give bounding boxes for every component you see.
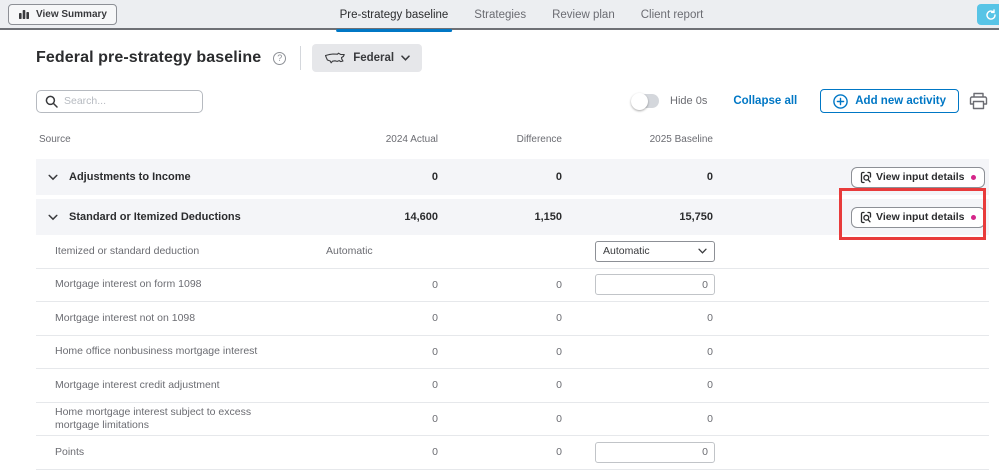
add-new-activity-button[interactable]: Add new activity: [820, 89, 959, 113]
printer-icon: [968, 91, 989, 111]
section-difference-value: 0: [555, 171, 562, 183]
search-icon: [45, 95, 58, 108]
toolbar-actions: Hide 0s Collapse all Add new activity: [631, 89, 989, 113]
row-actual-value: 0: [432, 446, 438, 459]
search-input[interactable]: [64, 95, 194, 107]
tab-pre-strategy-baseline[interactable]: Pre-strategy baseline: [335, 0, 452, 32]
view-input-details-button[interactable]: View input details: [851, 206, 985, 228]
view-input-details-label: View input details: [876, 211, 965, 223]
row-difference-value: 0: [556, 278, 562, 291]
chevron-down-icon: [401, 55, 410, 61]
baseline-select[interactable]: Automatic: [595, 240, 715, 262]
row-difference-value: 0: [556, 412, 562, 425]
view-summary-button[interactable]: View Summary: [8, 3, 117, 25]
row-baseline-value: 0: [707, 379, 713, 392]
table-row-itemized-or-standard-deduction: Itemized or standard deduction Automatic…: [36, 235, 989, 269]
row-baseline-value: 0: [707, 345, 713, 358]
jurisdiction-dropdown[interactable]: Federal: [312, 44, 423, 72]
document-magnifier-icon: [860, 171, 872, 184]
row-actual-value: 0: [432, 278, 438, 291]
baseline-select-value: Automatic: [603, 245, 650, 258]
row-baseline-value: 0: [707, 412, 713, 425]
row-actual-value: 0: [432, 379, 438, 392]
hide-zeros-toggle[interactable]: [631, 92, 660, 110]
column-header-difference: Difference: [516, 133, 562, 145]
column-header-2025-baseline: 2025 Baseline: [649, 133, 713, 145]
collapse-all-link[interactable]: Collapse all: [733, 95, 797, 107]
row-difference-value: 0: [556, 379, 562, 392]
row-label: Home office nonbusiness mortgage interes…: [55, 345, 258, 358]
row-label: Points: [55, 445, 85, 458]
divider: [300, 46, 302, 70]
collapse-chevron-icon[interactable]: [46, 212, 60, 223]
tab-client-report[interactable]: Client report: [641, 0, 704, 30]
column-header-source: Source: [39, 133, 71, 145]
refresh-icon: [985, 8, 997, 21]
section-label: Adjustments to Income: [69, 171, 191, 183]
section-difference-value: 1,150: [534, 211, 562, 223]
add-new-activity-label: Add new activity: [855, 95, 946, 107]
app-window: View Summary Pre-strategy baseline Strat…: [0, 0, 999, 471]
row-baseline-value: 0: [707, 312, 713, 325]
top-bar: View Summary Pre-strategy baseline Strat…: [0, 0, 999, 32]
table-row-mortgage-interest-on-form-1098: Mortgage interest on form 1098 0 0: [36, 269, 989, 302]
section-actual-value: 14,600: [404, 211, 438, 223]
toolbar: Hide 0s Collapse all Add new activity: [36, 89, 999, 113]
view-input-details-label: View input details: [876, 171, 965, 183]
section-actual-value: 0: [431, 171, 438, 183]
row-difference-value: 0: [556, 312, 562, 325]
bar-chart-icon: [18, 9, 30, 20]
view-summary-label: View Summary: [36, 8, 107, 20]
section-baseline-value: 0: [706, 171, 713, 183]
hide-zeros-label: Hide 0s: [670, 95, 708, 107]
section-row-standard-or-itemized-deductions: Standard or Itemized Deductions 14,600 1…: [36, 199, 989, 235]
view-input-details-button[interactable]: View input details: [851, 166, 985, 188]
row-label: Mortgage interest not on 1098: [55, 311, 196, 324]
row-label: Mortgage interest credit adjustment: [55, 378, 220, 391]
section-baseline-value: 15,750: [679, 211, 713, 223]
tab-bar: Pre-strategy baseline Strategies Review …: [335, 0, 704, 32]
document-magnifier-icon: [860, 211, 872, 224]
table-row-mortgage-interest-credit-adjustment: Mortgage interest credit adjustment 0 0 …: [36, 369, 989, 403]
table-row-home-mortgage-interest-excess-limitations: Home mortgage interest subject to excess…: [36, 403, 989, 436]
collapse-chevron-icon[interactable]: [46, 172, 60, 183]
page-header: Federal pre-strategy baseline ? Federal: [36, 43, 999, 73]
table-row-home-office-nonbusiness-mortgage-interest: Home office nonbusiness mortgage interes…: [36, 336, 989, 369]
row-actual-value: 0: [432, 345, 438, 358]
page-title: Federal pre-strategy baseline: [36, 49, 262, 66]
row-difference-value: 0: [556, 446, 562, 459]
usa-map-icon: [324, 51, 346, 65]
toggle-knob: [631, 92, 649, 110]
column-header-2024-actual: 2024 Actual: [385, 133, 438, 145]
table-row-points: Points 0 0: [36, 436, 989, 470]
row-actual-value: 0: [432, 412, 438, 425]
print-button[interactable]: [968, 91, 989, 111]
search-box[interactable]: [36, 89, 203, 113]
row-difference-value: 0: [556, 345, 562, 358]
tab-strategies[interactable]: Strategies: [474, 0, 526, 30]
row-actual-value: 0: [432, 312, 438, 325]
row-label: Mortgage interest on form 1098: [55, 278, 202, 291]
baseline-input[interactable]: [595, 274, 715, 296]
table-header-row: Source 2024 Actual Difference 2025 Basel…: [36, 130, 989, 148]
row-label: Home mortgage interest subject to excess…: [55, 405, 252, 431]
help-icon[interactable]: ?: [273, 51, 287, 65]
section-label: Standard or Itemized Deductions: [69, 211, 241, 223]
assistant-button[interactable]: [977, 4, 999, 25]
notification-dot: [970, 174, 976, 180]
baseline-input[interactable]: [595, 441, 715, 463]
section-row-adjustments-to-income: Adjustments to Income 0 0 0 View input d…: [36, 159, 989, 195]
notification-dot: [970, 214, 976, 220]
chevron-down-icon: [698, 248, 707, 254]
table-row-mortgage-interest-not-on-1098: Mortgage interest not on 1098 0 0 0: [36, 302, 989, 336]
page-content: Federal pre-strategy baseline ? Federal: [0, 43, 999, 470]
jurisdiction-label: Federal: [353, 52, 395, 64]
tab-review-plan[interactable]: Review plan: [552, 0, 615, 30]
row-actual-value: Automatic: [326, 245, 373, 258]
plus-circle-icon: [833, 93, 849, 109]
row-label: Itemized or standard deduction: [55, 244, 200, 257]
